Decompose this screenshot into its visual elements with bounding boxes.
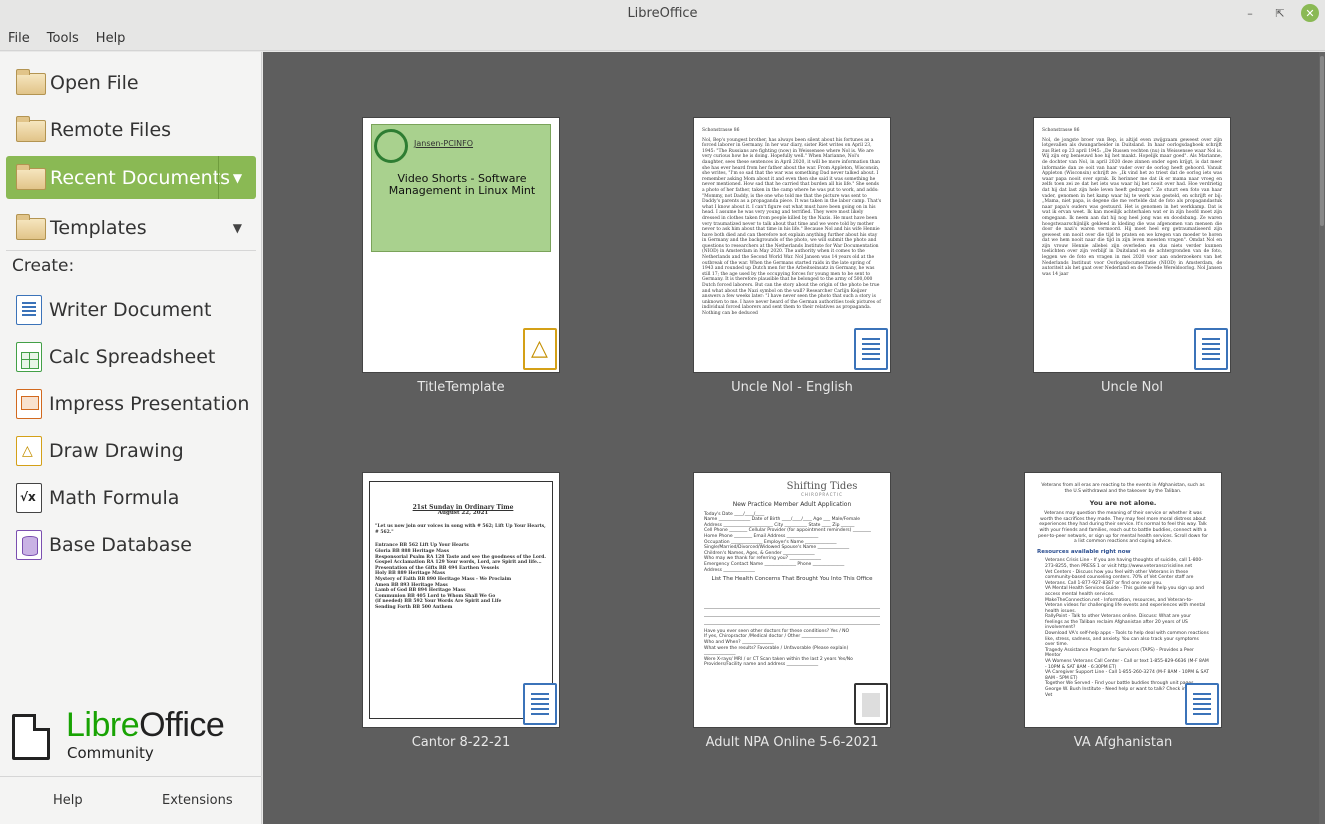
restore-icon[interactable]: ⇱ xyxy=(1271,4,1289,22)
writer-badge-icon xyxy=(1194,328,1228,370)
templates-dropdown-icon[interactable]: ▼ xyxy=(233,221,242,235)
impress-presentation-button[interactable]: Impress Presentation xyxy=(16,386,249,422)
window-title: LibreOffice xyxy=(627,6,698,21)
recent-documents-view: Jansen-PCINFO Video Shorts - Software Ma… xyxy=(263,52,1325,824)
impress-presentation-label: Impress Presentation xyxy=(49,393,250,415)
doc-date: August 22, 2021 xyxy=(437,509,489,516)
base-database-button[interactable]: Base Database xyxy=(16,527,192,563)
draw-icon xyxy=(16,436,42,466)
menu-file[interactable]: File xyxy=(8,31,30,46)
doc-paragraph: Veterans may question the meaning of the… xyxy=(1038,511,1208,545)
doc-brand-sub: CHIROPRACTIC xyxy=(801,492,843,497)
slide-preview: Jansen-PCINFO Video Shorts - Software Ma… xyxy=(371,124,551,252)
form-section: List The Health Concerns That Brought Yo… xyxy=(711,576,873,583)
recent-thumbnail-cantor[interactable]: 21st Sunday in Ordinary Time August 22, … xyxy=(362,472,560,728)
recent-thumbnail-va-afghanistan[interactable]: Veterans from all eras are reacting to t… xyxy=(1024,472,1222,728)
calc-icon xyxy=(16,342,42,372)
divider xyxy=(0,776,262,777)
impress-badge-icon xyxy=(523,328,557,370)
remote-files-label: Remote Files xyxy=(50,118,172,141)
slide-brand: Jansen-PCINFO xyxy=(414,139,474,148)
doc-paragraph: Veterans from all eras are reacting to t… xyxy=(1041,483,1205,494)
draw-drawing-button[interactable]: Draw Drawing xyxy=(16,433,184,469)
menu-help[interactable]: Help xyxy=(96,31,126,46)
recent-thumbnail-uncle-nol-english[interactable]: Schonstrasse 86 Nol, Bep's youngest brot… xyxy=(693,117,891,373)
recent-thumbnail-uncle-nol[interactable]: Schonstrasse 86 Nol, de jongste broer va… xyxy=(1033,117,1231,373)
open-file-label: Open File xyxy=(50,71,139,94)
libreoffice-logo-icon xyxy=(12,714,50,760)
form-lines xyxy=(704,600,880,629)
writer-badge-icon xyxy=(523,683,557,725)
base-icon xyxy=(16,530,42,560)
doc-subheading: Resources available right now xyxy=(1037,548,1131,555)
remote-files-button[interactable]: Remote Files xyxy=(6,108,256,151)
writer-document-button[interactable]: Writer Document xyxy=(16,292,211,328)
recent-thumbnail-titletemplate[interactable]: Jansen-PCINFO Video Shorts - Software Ma… xyxy=(362,117,560,373)
doc-heading: Schonstrasse 86 xyxy=(702,128,740,133)
doc-brand: Shifting Tides xyxy=(786,481,858,492)
doc-body: Nol, de jongste broer van Bep, is altijd… xyxy=(1042,137,1222,277)
divider xyxy=(6,250,256,251)
logo-wordmark: LibreOffice xyxy=(66,706,225,744)
extensions-button[interactable]: Extensions xyxy=(162,793,233,808)
draw-drawing-label: Draw Drawing xyxy=(49,440,184,462)
folder-icon xyxy=(16,68,46,95)
recent-name: Adult NPA Online 5-6-2021 xyxy=(705,735,879,750)
templates-folder-icon xyxy=(16,213,46,240)
calc-spreadsheet-label: Calc Spreadsheet xyxy=(49,346,216,368)
templates-label: Templates xyxy=(50,216,147,239)
recent-thumbnail-adult-npa[interactable]: Shifting Tides CHIROPRACTIC New Practice… xyxy=(693,472,891,728)
math-icon xyxy=(16,483,42,513)
open-file-button[interactable]: Open File xyxy=(6,61,256,104)
writer-badge-icon xyxy=(1185,683,1219,725)
start-center-sidebar: Open File Remote Files Recent Documents … xyxy=(0,52,262,824)
recent-documents-dropdown-icon[interactable]: ▼ xyxy=(218,156,256,199)
math-formula-label: Math Formula xyxy=(49,487,180,509)
create-label: Create: xyxy=(12,256,75,276)
doc-intro: "Let us now join our voices in song with… xyxy=(375,524,546,535)
recent-name: TitleTemplate xyxy=(417,380,505,395)
company-logo-icon xyxy=(374,129,408,163)
writer-document-label: Writer Document xyxy=(49,299,212,321)
writer-badge-icon xyxy=(854,328,888,370)
writer-icon xyxy=(16,295,42,325)
logo-community: Community xyxy=(67,744,154,762)
math-formula-button[interactable]: Math Formula xyxy=(16,480,179,516)
recent-name: Cantor 8-22-21 xyxy=(411,735,511,750)
scrollbar[interactable] xyxy=(1319,52,1325,824)
slide-title: Video Shorts - Software Management in Li… xyxy=(388,172,536,197)
resource-list: Veterans Crisis Line - If you are having… xyxy=(1045,558,1209,698)
libreoffice-logo: LibreOffice Community xyxy=(12,706,252,774)
doc-heading: Schonstrasse 86 xyxy=(1042,128,1080,133)
recent-documents-label: Recent Documents xyxy=(50,166,231,189)
calc-spreadsheet-button[interactable]: Calc Spreadsheet xyxy=(16,339,215,375)
title-bar: LibreOffice – ⇱ ✕ xyxy=(0,0,1325,27)
templates-button[interactable]: Templates ▼ xyxy=(6,206,256,249)
base-database-label: Base Database xyxy=(49,534,192,556)
menu-bar: File Tools Help xyxy=(0,27,1325,51)
menu-tools[interactable]: Tools xyxy=(47,31,79,46)
minimize-icon[interactable]: – xyxy=(1241,4,1259,22)
recent-name: VA Afghanistan xyxy=(1073,735,1173,750)
doc-body: Nol, Bep's youngest brother, has always … xyxy=(702,137,882,316)
draw-badge-icon xyxy=(854,683,888,725)
recent-folder-icon xyxy=(16,163,46,190)
recent-name: Uncle Nol xyxy=(1101,380,1163,395)
impress-icon xyxy=(16,389,42,419)
recent-documents-button[interactable]: Recent Documents ▼ xyxy=(6,156,256,199)
remote-folder-icon xyxy=(16,115,46,142)
close-icon[interactable]: ✕ xyxy=(1301,4,1319,22)
doc-heading: You are not alone. xyxy=(1089,499,1157,508)
recent-name: Uncle Nol - English xyxy=(731,380,853,395)
form-title: New Practice Member Adult Application xyxy=(732,500,852,508)
help-button[interactable]: Help xyxy=(53,793,83,808)
hymn-list: Entrance BB 562 Lift Up Your Hearts Glori… xyxy=(375,543,546,610)
scrollbar-thumb[interactable] xyxy=(1320,56,1324,226)
